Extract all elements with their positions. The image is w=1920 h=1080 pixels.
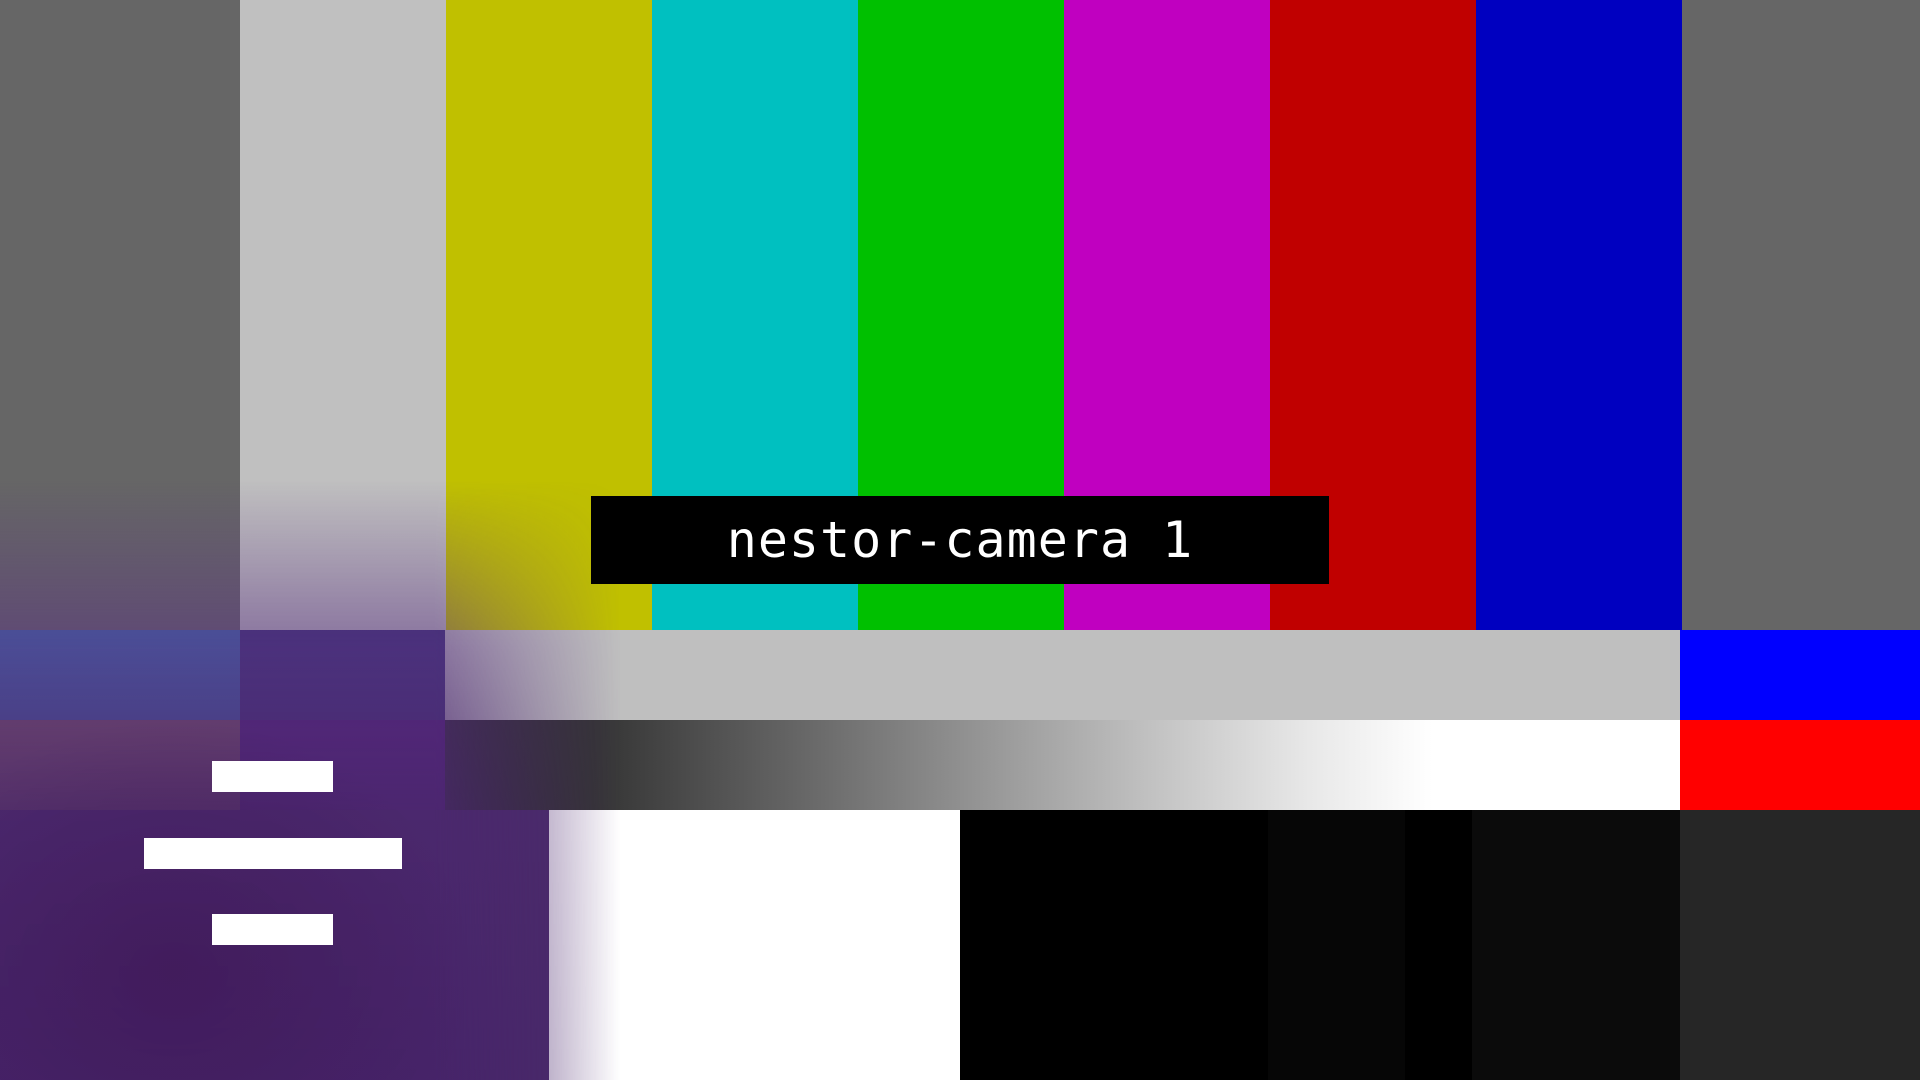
pluge-charcoal-block [1680,810,1920,1080]
menu-icon-bar-middle [144,838,402,869]
menu-icon-bar-bottom [212,914,333,945]
bar-blue [1476,0,1682,630]
ramp-red-block [1680,720,1920,810]
middle-gray-block [445,630,1680,720]
pluge-black-block [960,810,1268,1080]
bar-gray-right [1682,0,1920,630]
middle-indigo-block [240,630,445,720]
pluge-near-black-block [1268,810,1405,1080]
camera-label-box: nestor-camera 1 [591,496,1329,584]
ramp-brown-block [0,720,240,810]
color-bars-middle [0,630,1920,720]
gray-ramp [445,720,1680,810]
pluge-black-block-2 [1405,810,1472,1080]
pluge-white-block [549,810,960,1080]
bar-gray [0,0,240,630]
middle-pure-blue-block [1680,630,1920,720]
test-pattern-screen: nestor-camera 1 [0,0,1920,1080]
camera-label: nestor-camera 1 [726,511,1194,569]
bar-white [240,0,446,630]
menu-icon-bar-top [212,761,333,792]
middle-blue-block [0,630,240,720]
pluge-dark-block [1472,810,1680,1080]
